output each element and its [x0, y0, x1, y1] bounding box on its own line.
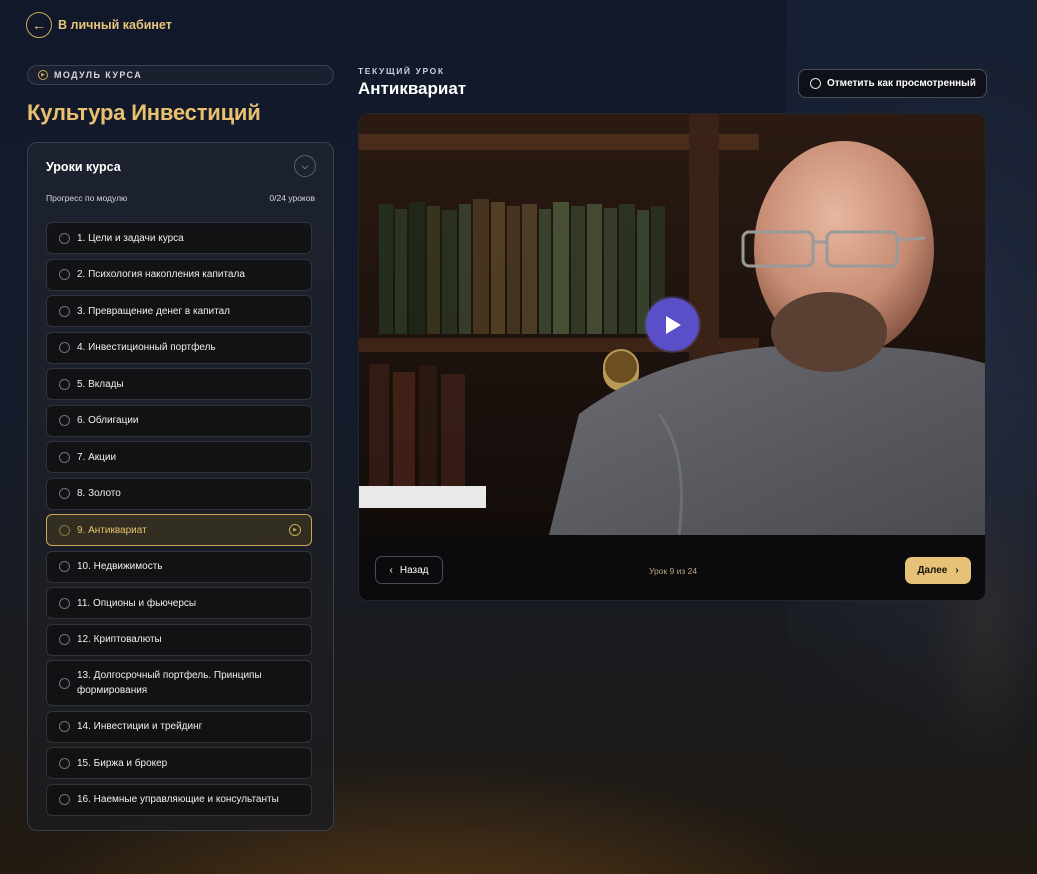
lesson-item-13[interactable]: 13. Долгосрочный портфель. Принципы форм… [46, 660, 312, 706]
lesson-label: 4. Инвестиционный портфель [77, 342, 216, 353]
lesson-item-9-active[interactable]: 9. Антиквариат ▶ [46, 514, 312, 546]
lesson-item-2[interactable]: 2. Психология накопления капитала [46, 258, 312, 291]
radio-circle-icon [59, 342, 70, 353]
lesson-label: 14. Инвестиции и трейдинг [77, 721, 203, 732]
radio-circle-icon [59, 677, 70, 689]
chevron-down-icon: ⌵ [301, 160, 309, 171]
lesson-item-11[interactable]: 11. Опционы и фьючерсы [46, 587, 312, 619]
play-icon [665, 315, 681, 334]
lesson-counter: Урок 9 из 24 [648, 566, 698, 576]
video-player[interactable] [359, 114, 985, 535]
radio-circle-icon [59, 561, 70, 572]
lesson-item-14[interactable]: 14. Инвестиции и трейдинг [46, 710, 312, 743]
lesson-item-4[interactable]: 4. Инвестиционный портфель [46, 331, 312, 364]
play-circle-icon: ▶ [289, 524, 301, 536]
lesson-label: 16. Наемные управляющие и консультанты [77, 794, 279, 805]
current-lesson-title: Антиквариат [358, 79, 467, 98]
lesson-label: 13. Долгосрочный портфель. Принципы форм… [77, 670, 262, 696]
next-lesson-label: Далее [917, 565, 948, 576]
radio-circle-icon [59, 305, 70, 317]
radio-circle-icon [59, 721, 70, 732]
lesson-item-3[interactable]: 3. Превращение денег в капитал [46, 295, 312, 327]
radio-circle-icon [59, 794, 70, 805]
lesson-label: 11. Опционы и фьючерсы [77, 597, 197, 609]
radio-circle-icon [59, 232, 70, 244]
lesson-item-6[interactable]: 6. Облигации [46, 404, 312, 437]
lesson-item-10[interactable]: 10. Недвижимость [46, 550, 312, 583]
lesson-label: 8. Золото [77, 488, 121, 499]
next-lesson-button[interactable]: Далее › [905, 557, 971, 584]
chevron-right-icon: › [955, 565, 959, 576]
course-title: Культура Инвестиций [27, 100, 261, 125]
play-circle-icon: ▶ [38, 70, 48, 80]
lesson-label: 12. Криптовалюты [77, 634, 162, 645]
radio-circle-icon [810, 78, 821, 89]
lesson-label: 15. Биржа и брокер [77, 757, 168, 769]
radio-circle-icon [59, 451, 70, 463]
radio-circle-icon [59, 488, 70, 499]
progress-value: 0/24 уроков [269, 193, 315, 203]
lessons-panel: Уроки курса ⌵ Прогресс по модулю 0/24 ур… [27, 142, 334, 831]
lesson-label: 7. Акции [77, 451, 117, 463]
lesson-item-5[interactable]: 5. Вклады [46, 368, 312, 400]
lesson-item-7[interactable]: 7. Акции [46, 441, 312, 473]
lessons-panel-title: Уроки курса [46, 160, 121, 174]
lesson-item-1[interactable]: 1. Цели и задачи курса [46, 222, 312, 254]
lesson-label: 2. Психология накопления капитала [77, 269, 245, 280]
module-badge: ▶ МОДУЛЬ КУРСА [27, 65, 334, 85]
radio-circle-icon [59, 269, 70, 280]
play-button[interactable] [646, 298, 699, 351]
lesson-label: 9. Антиквариат [77, 524, 147, 536]
video-card: ‹ Назад Урок 9 из 24 Далее › [358, 113, 986, 601]
mark-watched-button[interactable]: Отметить как просмотренный [798, 69, 987, 98]
back-to-cabinet-link[interactable]: ← В личный кабинет [26, 12, 172, 38]
module-badge-label: МОДУЛЬ КУРСА [54, 70, 143, 80]
lesson-label: 10. Недвижимость [77, 561, 163, 572]
lesson-item-12[interactable]: 12. Криптовалюты [46, 623, 312, 656]
lesson-item-15[interactable]: 15. Биржа и брокер [46, 747, 312, 779]
arrow-left-icon: ← [26, 12, 52, 38]
lesson-label: 6. Облигации [77, 415, 139, 426]
lesson-label: 3. Превращение денег в капитал [77, 305, 231, 317]
radio-circle-icon [59, 524, 70, 536]
radio-circle-icon [59, 634, 70, 645]
lesson-list: 1. Цели и задачи курса 2. Психология нак… [46, 222, 312, 820]
back-to-cabinet-label: В личный кабинет [58, 18, 172, 32]
lesson-label: 1. Цели и задачи курса [77, 232, 184, 244]
current-lesson-label: ТЕКУЩИЙ УРОК [358, 66, 445, 76]
progress-label: Прогресс по модулю [46, 193, 128, 203]
radio-circle-icon [59, 378, 70, 390]
collapse-lessons-button[interactable]: ⌵ [294, 155, 316, 177]
radio-circle-icon [59, 597, 70, 609]
radio-circle-icon [59, 757, 70, 769]
lesson-item-16[interactable]: 16. Наемные управляющие и консультанты [46, 783, 312, 816]
lesson-navigation: ‹ Назад Урок 9 из 24 Далее › [359, 535, 985, 600]
mark-watched-label: Отметить как просмотренный [827, 78, 976, 89]
lesson-label: 5. Вклады [77, 378, 124, 390]
lesson-item-8[interactable]: 8. Золото [46, 477, 312, 510]
radio-circle-icon [59, 415, 70, 426]
